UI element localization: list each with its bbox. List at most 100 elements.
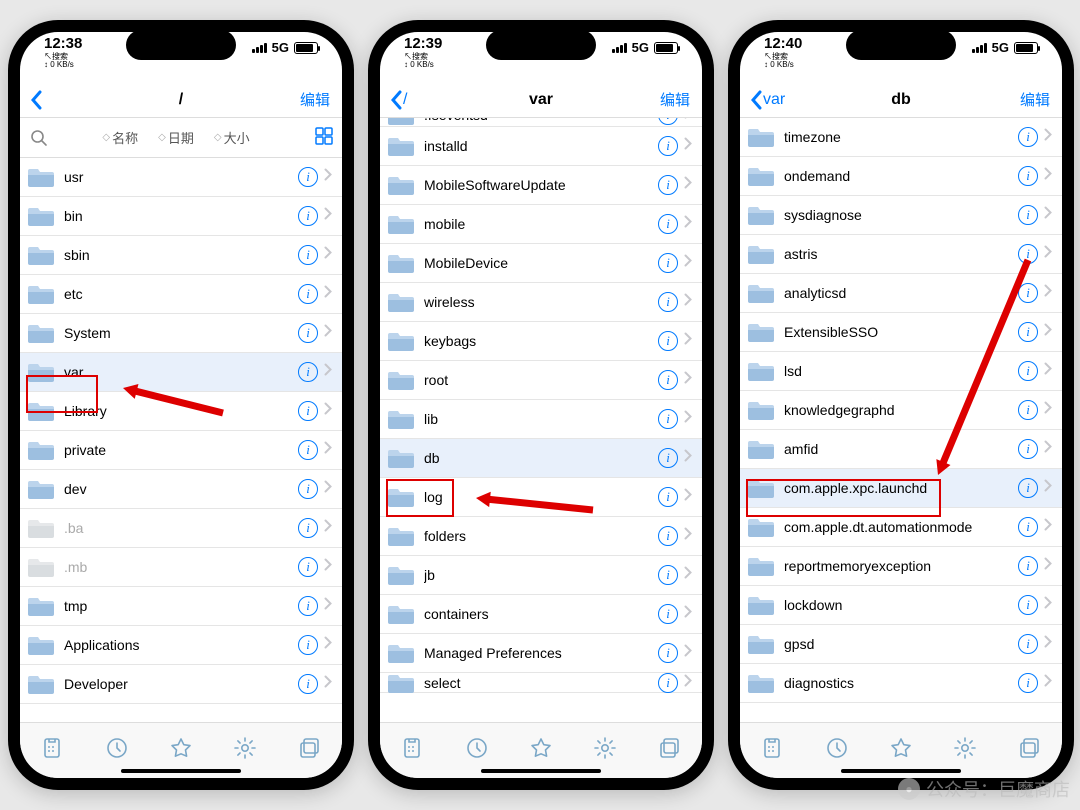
folder-row[interactable]: Managed Preferences i <box>380 634 702 673</box>
folder-row[interactable]: astris i <box>740 235 1062 274</box>
folder-row[interactable]: wireless i <box>380 283 702 322</box>
tab-windows[interactable] <box>298 736 322 760</box>
tab-recent[interactable] <box>825 736 849 760</box>
folder-row[interactable]: Applications i <box>20 626 342 665</box>
info-icon[interactable]: i <box>1018 556 1038 576</box>
folder-row[interactable]: Library i <box>20 392 342 431</box>
info-icon[interactable]: i <box>298 362 318 382</box>
info-icon[interactable]: i <box>658 370 678 390</box>
info-icon[interactable]: i <box>298 479 318 499</box>
info-icon[interactable]: i <box>658 604 678 624</box>
folder-row[interactable]: amfid i <box>740 430 1062 469</box>
info-icon[interactable]: i <box>658 292 678 312</box>
folder-row[interactable]: .ba i <box>20 509 342 548</box>
folder-row[interactable]: timezone i <box>740 118 1062 157</box>
info-icon[interactable]: i <box>1018 634 1038 654</box>
tab-settings[interactable] <box>233 736 257 760</box>
info-icon[interactable]: i <box>658 565 678 585</box>
info-icon[interactable]: i <box>1018 595 1038 615</box>
tab-favorites[interactable] <box>169 736 193 760</box>
info-icon[interactable]: i <box>658 331 678 351</box>
folder-row[interactable]: var i <box>20 353 342 392</box>
info-icon[interactable]: i <box>658 175 678 195</box>
folder-row[interactable]: private i <box>20 431 342 470</box>
info-icon[interactable]: i <box>298 284 318 304</box>
tab-settings[interactable] <box>593 736 617 760</box>
info-icon[interactable]: i <box>1018 517 1038 537</box>
folder-row[interactable]: jb i <box>380 556 702 595</box>
folder-row[interactable]: com.apple.dt.automationmode i <box>740 508 1062 547</box>
folder-row[interactable]: sbin i <box>20 236 342 275</box>
info-icon[interactable]: i <box>298 440 318 460</box>
info-icon[interactable]: i <box>658 448 678 468</box>
back-button[interactable]: / <box>390 90 407 110</box>
info-icon[interactable]: i <box>658 214 678 234</box>
folder-row[interactable]: gpsd i <box>740 625 1062 664</box>
folder-row[interactable]: containers i <box>380 595 702 634</box>
info-icon[interactable]: i <box>298 323 318 343</box>
tab-clipboard[interactable] <box>760 736 784 760</box>
tab-clipboard[interactable] <box>40 736 64 760</box>
folder-row[interactable]: knowledgegraphd i <box>740 391 1062 430</box>
info-icon[interactable]: i <box>658 253 678 273</box>
info-icon[interactable]: i <box>658 673 678 693</box>
search-icon[interactable] <box>26 129 52 147</box>
folder-row[interactable]: db i <box>380 439 702 478</box>
folder-row[interactable]: mobile i <box>380 205 702 244</box>
folder-row[interactable]: .fseventsd i <box>380 118 702 127</box>
edit-button[interactable]: 编辑 <box>300 89 330 110</box>
folder-row[interactable]: ondemand i <box>740 157 1062 196</box>
folder-row[interactable]: folders i <box>380 517 702 556</box>
info-icon[interactable]: i <box>1018 478 1038 498</box>
folder-row[interactable]: select i <box>380 673 702 693</box>
info-icon[interactable]: i <box>658 118 678 125</box>
info-icon[interactable]: i <box>298 245 318 265</box>
info-icon[interactable]: i <box>658 487 678 507</box>
folder-row[interactable]: MobileDevice i <box>380 244 702 283</box>
info-icon[interactable]: i <box>298 167 318 187</box>
file-list[interactable]: timezone i ondemand i sysdiagnose i astr… <box>740 118 1062 722</box>
sort-date[interactable]: ◇日期 <box>148 128 204 147</box>
edit-button[interactable]: 编辑 <box>1020 89 1050 110</box>
folder-row[interactable]: usr i <box>20 158 342 197</box>
info-icon[interactable]: i <box>658 526 678 546</box>
info-icon[interactable]: i <box>1018 127 1038 147</box>
tab-clipboard[interactable] <box>400 736 424 760</box>
folder-row[interactable]: diagnostics i <box>740 664 1062 703</box>
info-icon[interactable]: i <box>1018 283 1038 303</box>
tab-settings[interactable] <box>953 736 977 760</box>
folder-row[interactable]: System i <box>20 314 342 353</box>
folder-row[interactable]: MobileSoftwareUpdate i <box>380 166 702 205</box>
folder-row[interactable]: lockdown i <box>740 586 1062 625</box>
info-icon[interactable]: i <box>298 206 318 226</box>
grid-view-icon[interactable] <box>312 126 336 149</box>
info-icon[interactable]: i <box>298 635 318 655</box>
info-icon[interactable]: i <box>658 409 678 429</box>
folder-row[interactable]: analyticsd i <box>740 274 1062 313</box>
info-icon[interactable]: i <box>298 401 318 421</box>
folder-row[interactable]: etc i <box>20 275 342 314</box>
info-icon[interactable]: i <box>1018 673 1038 693</box>
info-icon[interactable]: i <box>1018 205 1038 225</box>
info-icon[interactable]: i <box>298 557 318 577</box>
info-icon[interactable]: i <box>298 674 318 694</box>
tab-favorites[interactable] <box>529 736 553 760</box>
folder-row[interactable]: Developer i <box>20 665 342 704</box>
folder-row[interactable]: root i <box>380 361 702 400</box>
folder-row[interactable]: keybags i <box>380 322 702 361</box>
folder-row[interactable]: log i <box>380 478 702 517</box>
tab-recent[interactable] <box>105 736 129 760</box>
folder-row[interactable]: com.apple.xpc.launchd i <box>740 469 1062 508</box>
info-icon[interactable]: i <box>1018 166 1038 186</box>
folder-row[interactable]: lib i <box>380 400 702 439</box>
folder-row[interactable]: installd i <box>380 127 702 166</box>
sort-size[interactable]: ◇大小 <box>204 128 260 147</box>
file-list[interactable]: usr i bin i sbin i etc i <box>20 158 342 722</box>
info-icon[interactable]: i <box>298 518 318 538</box>
info-icon[interactable]: i <box>1018 439 1038 459</box>
back-button[interactable] <box>30 90 43 110</box>
folder-row[interactable]: reportmemoryexception i <box>740 547 1062 586</box>
folder-row[interactable]: bin i <box>20 197 342 236</box>
folder-row[interactable]: tmp i <box>20 587 342 626</box>
folder-row[interactable]: sysdiagnose i <box>740 196 1062 235</box>
